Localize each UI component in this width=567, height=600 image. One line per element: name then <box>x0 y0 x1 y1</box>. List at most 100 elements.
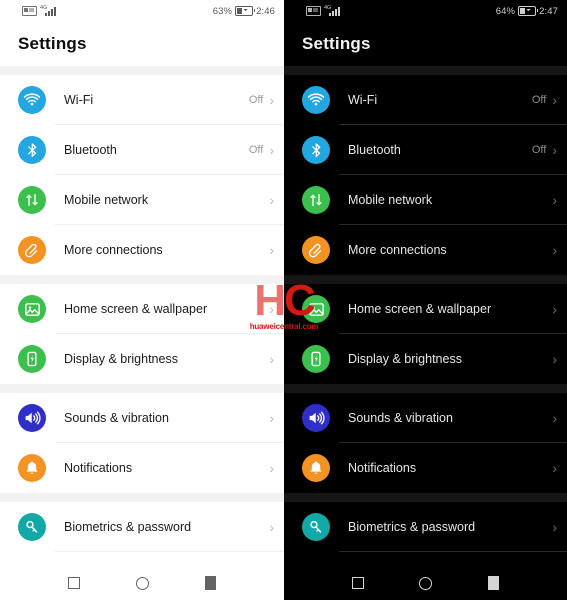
title-bar: Settings <box>0 22 284 66</box>
group-separator <box>0 66 284 75</box>
back-triangle-icon[interactable] <box>205 576 216 590</box>
settings-row-sounds-vibration[interactable]: Sounds & vibration › <box>284 393 567 443</box>
settings-row-trailing: › <box>269 301 274 317</box>
chevron-right-icon: › <box>552 351 557 367</box>
clock-label: 2:46 <box>256 5 275 17</box>
settings-row-trailing: › <box>552 520 557 534</box>
settings-group: Wi-Fi Off › Bluetooth Off › Mobile network › Mor… <box>0 75 284 275</box>
settings-row-label: Mobile network <box>64 193 149 207</box>
settings-row-mobile-network[interactable]: Mobile network › <box>0 175 284 225</box>
settings-row-label: Bluetooth <box>348 143 401 157</box>
settings-list[interactable]: Wi-Fi Off › Bluetooth Off › Mobile network › Mor… <box>0 66 284 600</box>
settings-row-label: Wi-Fi <box>348 93 378 107</box>
settings-row-trailing: Off › <box>249 92 274 108</box>
home-circle-icon[interactable] <box>419 576 433 590</box>
settings-row-trailing: › <box>269 461 274 475</box>
settings-row-home-screen-wallpaper[interactable]: Home screen & wallpaper › <box>0 284 284 334</box>
settings-row-more-connections[interactable]: More connections › <box>0 225 284 275</box>
settings-row-label: Notifications <box>348 461 417 475</box>
settings-row-label: Biometrics & password <box>348 520 476 534</box>
recents-square-icon[interactable] <box>351 577 364 589</box>
status-bar-right: 64% ⏷ 2:47 <box>496 6 558 17</box>
chevron-right-icon: › <box>269 410 274 426</box>
status-bar-right: 63% ⏷ 2:46 <box>213 6 275 17</box>
signal-bars-icon: 4G <box>324 5 340 16</box>
page-title: Settings <box>18 34 87 53</box>
settings-row-more-connections[interactable]: More connections › <box>284 225 567 275</box>
status-bar: 4G 63% ⏷ 2:46 <box>0 0 284 22</box>
wifi-icon <box>18 86 46 114</box>
group-separator <box>0 384 284 393</box>
settings-row-home-screen-wallpaper[interactable]: Home screen & wallpaper › <box>284 284 567 334</box>
settings-row-label: Display & brightness <box>64 352 178 366</box>
settings-row-bluetooth[interactable]: Bluetooth Off › <box>0 125 284 175</box>
settings-row-trailing: Off › <box>248 143 274 157</box>
settings-row-trailing: › <box>269 410 274 426</box>
settings-row-trailing: › <box>552 351 557 367</box>
chevron-right-icon: › <box>552 410 557 426</box>
settings-row-notifications[interactable]: Notifications › <box>0 443 284 493</box>
phone-screen-light-theme: 4G 63% ⏷ 2:46 Settings Wi-Fi Off › Bluetooth Off ›… <box>0 0 284 600</box>
settings-row-sounds-vibration[interactable]: Sounds & vibration › <box>0 393 284 443</box>
back-triangle-icon[interactable] <box>488 576 500 590</box>
settings-row-display-brightness[interactable]: Display & brightness › <box>0 334 284 384</box>
chevron-right-icon: › <box>552 460 557 476</box>
sim-card-icon <box>306 6 321 16</box>
settings-row-notifications[interactable]: Notifications › <box>284 443 567 493</box>
group-separator <box>284 66 567 75</box>
battery-charging-icon: ⏷ <box>235 6 256 16</box>
home-circle-icon[interactable] <box>136 576 149 590</box>
settings-row-value: Off <box>248 144 264 156</box>
group-separator <box>284 493 567 502</box>
settings-list[interactable]: Wi-Fi Off › Bluetooth Off › Mobile network › Mor… <box>284 66 567 600</box>
chevron-right-icon: › <box>269 242 274 258</box>
home-screen-wallpaper-icon <box>18 295 46 323</box>
chevron-right-icon: › <box>552 301 557 317</box>
settings-row-label: Display & brightness <box>348 352 462 366</box>
chevron-right-icon: › <box>269 519 274 535</box>
settings-row-biometrics-password[interactable]: Biometrics & password › <box>0 502 284 552</box>
biometrics-password-icon <box>302 513 330 541</box>
chevron-right-icon: › <box>269 92 274 108</box>
settings-row-display-brightness[interactable]: Display & brightness › <box>284 334 567 384</box>
settings-row-label: Sounds & vibration <box>348 411 453 425</box>
settings-row-mobile-network[interactable]: Mobile network › <box>284 175 567 225</box>
sim-card-icon <box>22 6 37 16</box>
settings-row-label: Sounds & vibration <box>64 411 169 425</box>
settings-row-wi-fi[interactable]: Wi-Fi Off › <box>284 75 567 125</box>
sounds-vibration-icon <box>18 404 46 432</box>
more-connections-icon <box>302 236 330 264</box>
biometrics-password-icon <box>18 513 46 541</box>
more-connections-icon <box>18 236 46 264</box>
settings-row-trailing: › <box>552 243 557 257</box>
page-title: Settings <box>302 34 371 53</box>
settings-row-trailing: › <box>269 193 274 207</box>
battery-charging-icon: ⏷ <box>518 6 539 16</box>
wifi-icon <box>302 86 330 114</box>
settings-row-label: More connections <box>64 243 163 257</box>
settings-row-value: Off <box>531 94 547 106</box>
settings-row-bluetooth[interactable]: Bluetooth Off › <box>284 125 567 175</box>
chevron-right-icon: › <box>269 301 274 317</box>
settings-group: Home screen & wallpaper › Display & bright… <box>284 284 567 384</box>
battery-percent-label: 63% <box>212 5 233 17</box>
recents-square-icon[interactable] <box>68 577 80 589</box>
settings-row-trailing: › <box>552 193 557 207</box>
settings-row-biometrics-password[interactable]: Biometrics & password › <box>284 502 567 552</box>
settings-group: Wi-Fi Off › Bluetooth Off › Mobile network › Mor… <box>284 75 567 275</box>
display-brightness-icon <box>302 345 330 373</box>
network-type-label: 4G <box>40 4 48 11</box>
signal-bars-icon: 4G <box>40 4 56 16</box>
group-separator <box>284 275 567 284</box>
status-bar: 4G 64% ⏷ 2:47 <box>284 0 567 22</box>
clock-label: 2:47 <box>539 5 558 17</box>
settings-row-wi-fi[interactable]: Wi-Fi Off › <box>0 75 284 125</box>
settings-row-value: Off <box>531 144 547 156</box>
phone-screen-dark-theme: 4G 64% ⏷ 2:47 Settings Wi-Fi Off › Bluetooth Off ›… <box>284 0 567 600</box>
settings-row-trailing: › <box>552 410 557 426</box>
settings-row-trailing: › <box>552 301 557 317</box>
mobile-network-icon <box>18 186 46 214</box>
settings-group: Sounds & vibration › Notifications › <box>284 393 567 493</box>
battery-percent-label: 64% <box>495 5 516 17</box>
notifications-icon <box>18 454 46 482</box>
